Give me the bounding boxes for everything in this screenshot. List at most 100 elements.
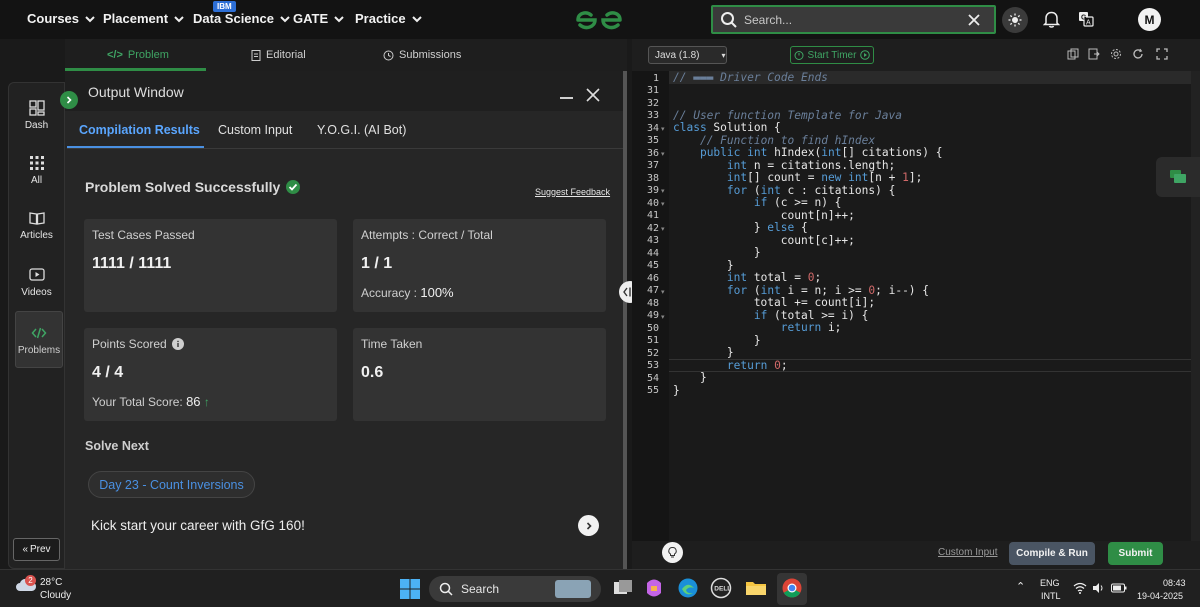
timer-icon <box>794 51 804 60</box>
line-number: 45 <box>646 260 659 271</box>
line-number: 54 <box>646 373 659 384</box>
attempts-value: 1 / 1 <box>361 255 393 272</box>
line-number: 52 <box>646 348 659 359</box>
chevron-right-icon <box>586 521 592 530</box>
code-line: } <box>673 246 761 259</box>
minimize-icon[interactable] <box>560 97 573 99</box>
chat-button[interactable] <box>1156 157 1200 197</box>
tab-editorial[interactable]: Editorial <box>251 49 306 61</box>
nav-practice[interactable]: Practice <box>355 11 423 26</box>
fullscreen-icon[interactable] <box>1156 48 1168 60</box>
kick-start-text: Kick start your career with GfG 160! <box>91 518 305 533</box>
fold-icon[interactable]: ▾ <box>661 313 665 321</box>
tabs-divider <box>67 148 626 149</box>
windows-start-icon[interactable] <box>399 578 421 600</box>
nav-courses[interactable]: Courses <box>27 11 96 26</box>
edge-icon[interactable] <box>677 577 699 599</box>
collapse-output-button[interactable] <box>60 91 78 109</box>
output-window-title: Output Window <box>88 84 184 100</box>
editor-scrollbar[interactable] <box>1191 71 1200 541</box>
bell-icon[interactable] <box>1040 8 1062 30</box>
suggest-feedback-link[interactable]: Suggest Feedback <box>535 187 610 197</box>
fold-icon[interactable]: ▾ <box>661 187 665 195</box>
input-language[interactable]: ENG <box>1040 578 1060 588</box>
copy-icon[interactable] <box>1067 48 1079 60</box>
battery-icon[interactable] <box>1111 582 1127 594</box>
nav-placement[interactable]: Placement <box>103 11 185 26</box>
compile-run-button[interactable]: Compile & Run <box>1009 542 1095 565</box>
task-view-icon[interactable] <box>612 577 634 599</box>
line-number: 38 <box>646 173 659 184</box>
avatar[interactable]: M <box>1138 8 1161 31</box>
clock-date[interactable]: 19-04-2025 <box>1137 591 1183 601</box>
dell-icon[interactable]: DELL <box>710 577 732 599</box>
tab-custom-input[interactable]: Custom Input <box>218 123 292 137</box>
export-icon[interactable] <box>1088 48 1100 60</box>
hint-bulb-button[interactable] <box>662 542 683 563</box>
keyboard-layout[interactable]: INTL <box>1041 591 1061 601</box>
reset-icon[interactable] <box>1132 48 1144 60</box>
nav-data-science[interactable]: Data Science <box>193 11 291 26</box>
tab-yogi-ai-bot[interactable]: Y.O.G.I. (AI Bot) <box>317 123 406 137</box>
points-card: Points Scored 4 / 4 Your Total Score: 86… <box>84 328 337 421</box>
fold-icon[interactable]: ▾ <box>661 200 665 208</box>
submit-button[interactable]: Submit <box>1108 542 1163 565</box>
translate-icon[interactable]: GA <box>1075 8 1097 30</box>
lightbulb-icon <box>668 547 677 558</box>
chevron-up-icon[interactable]: ⌃ <box>1016 580 1025 593</box>
line-number: 43 <box>646 235 659 246</box>
gfg-logo[interactable] <box>574 7 624 33</box>
fold-icon[interactable]: ▾ <box>661 150 665 158</box>
code-line: } <box>673 384 680 397</box>
clock-time[interactable]: 08:43 <box>1163 578 1186 588</box>
copilot-icon[interactable] <box>643 577 665 599</box>
tab-submissions[interactable]: Submissions <box>383 49 461 61</box>
fold-icon[interactable]: ▾ <box>661 225 665 233</box>
chrome-icon[interactable] <box>781 577 803 599</box>
line-number: 53 <box>646 360 659 371</box>
kick-start-arrow-button[interactable] <box>578 515 599 536</box>
file-explorer-icon[interactable] <box>745 577 767 599</box>
code-line: } <box>673 371 707 384</box>
wifi-icon[interactable] <box>1073 581 1087 595</box>
volume-icon[interactable] <box>1092 581 1106 595</box>
nav-gate[interactable]: GATE <box>293 11 345 26</box>
tab-compilation-results[interactable]: Compilation Results <box>79 123 200 137</box>
chevron-down-icon <box>85 15 95 22</box>
close-icon[interactable] <box>968 13 980 26</box>
fold-icon[interactable]: ▾ <box>661 125 665 133</box>
search-box[interactable] <box>711 5 996 34</box>
custom-input-link[interactable]: Custom Input <box>938 547 997 558</box>
sun-icon <box>1008 13 1022 27</box>
sidebar-item-videos[interactable]: Videos <box>8 267 65 298</box>
grid-icon <box>29 156 44 170</box>
code-line: if (c >= n) { <box>753 196 842 209</box>
weather-temperature[interactable]: 28°C <box>40 577 62 588</box>
taskbar-search[interactable]: Search <box>429 576 601 602</box>
fold-icon[interactable]: ▾ <box>661 288 665 296</box>
start-timer-button[interactable]: Start Timer <box>790 46 874 64</box>
total-score: Your Total Score: 86 ↑ <box>92 394 210 409</box>
sidebar-item-articles[interactable]: Articles <box>8 210 65 241</box>
line-number: 36 <box>646 148 659 159</box>
close-icon[interactable] <box>586 88 600 102</box>
line-number: 48 <box>646 298 659 309</box>
settings-icon[interactable] <box>1110 48 1122 60</box>
sidebar-item-dash[interactable]: Dash <box>8 100 65 131</box>
code-line: // ▬▬▬ Driver Code Ends <box>673 71 828 84</box>
theme-toggle-button[interactable] <box>1002 7 1028 33</box>
weather-description: Cloudy <box>40 590 72 601</box>
sidebar-item-all[interactable]: All <box>8 155 65 186</box>
search-input[interactable] <box>744 12 964 27</box>
time-value: 0.6 <box>361 364 384 381</box>
tab-problem[interactable]: </> Problem <box>107 49 169 61</box>
language-select[interactable]: Java (1.8) ▾ <box>648 46 727 64</box>
info-icon[interactable] <box>171 338 184 350</box>
attempts-label: Attempts : Correct / Total <box>361 228 493 242</box>
prev-button[interactable]: « Prev <box>13 538 60 561</box>
sidebar-item-problems[interactable]: Problems <box>15 311 63 368</box>
next-problem-chip[interactable]: Day 23 - Count Inversions <box>88 471 255 498</box>
caret-down-icon: ▾ <box>721 50 726 60</box>
line-number: 46 <box>646 273 659 284</box>
code-line: public int hIndex(int[] citations) { <box>699 146 943 159</box>
